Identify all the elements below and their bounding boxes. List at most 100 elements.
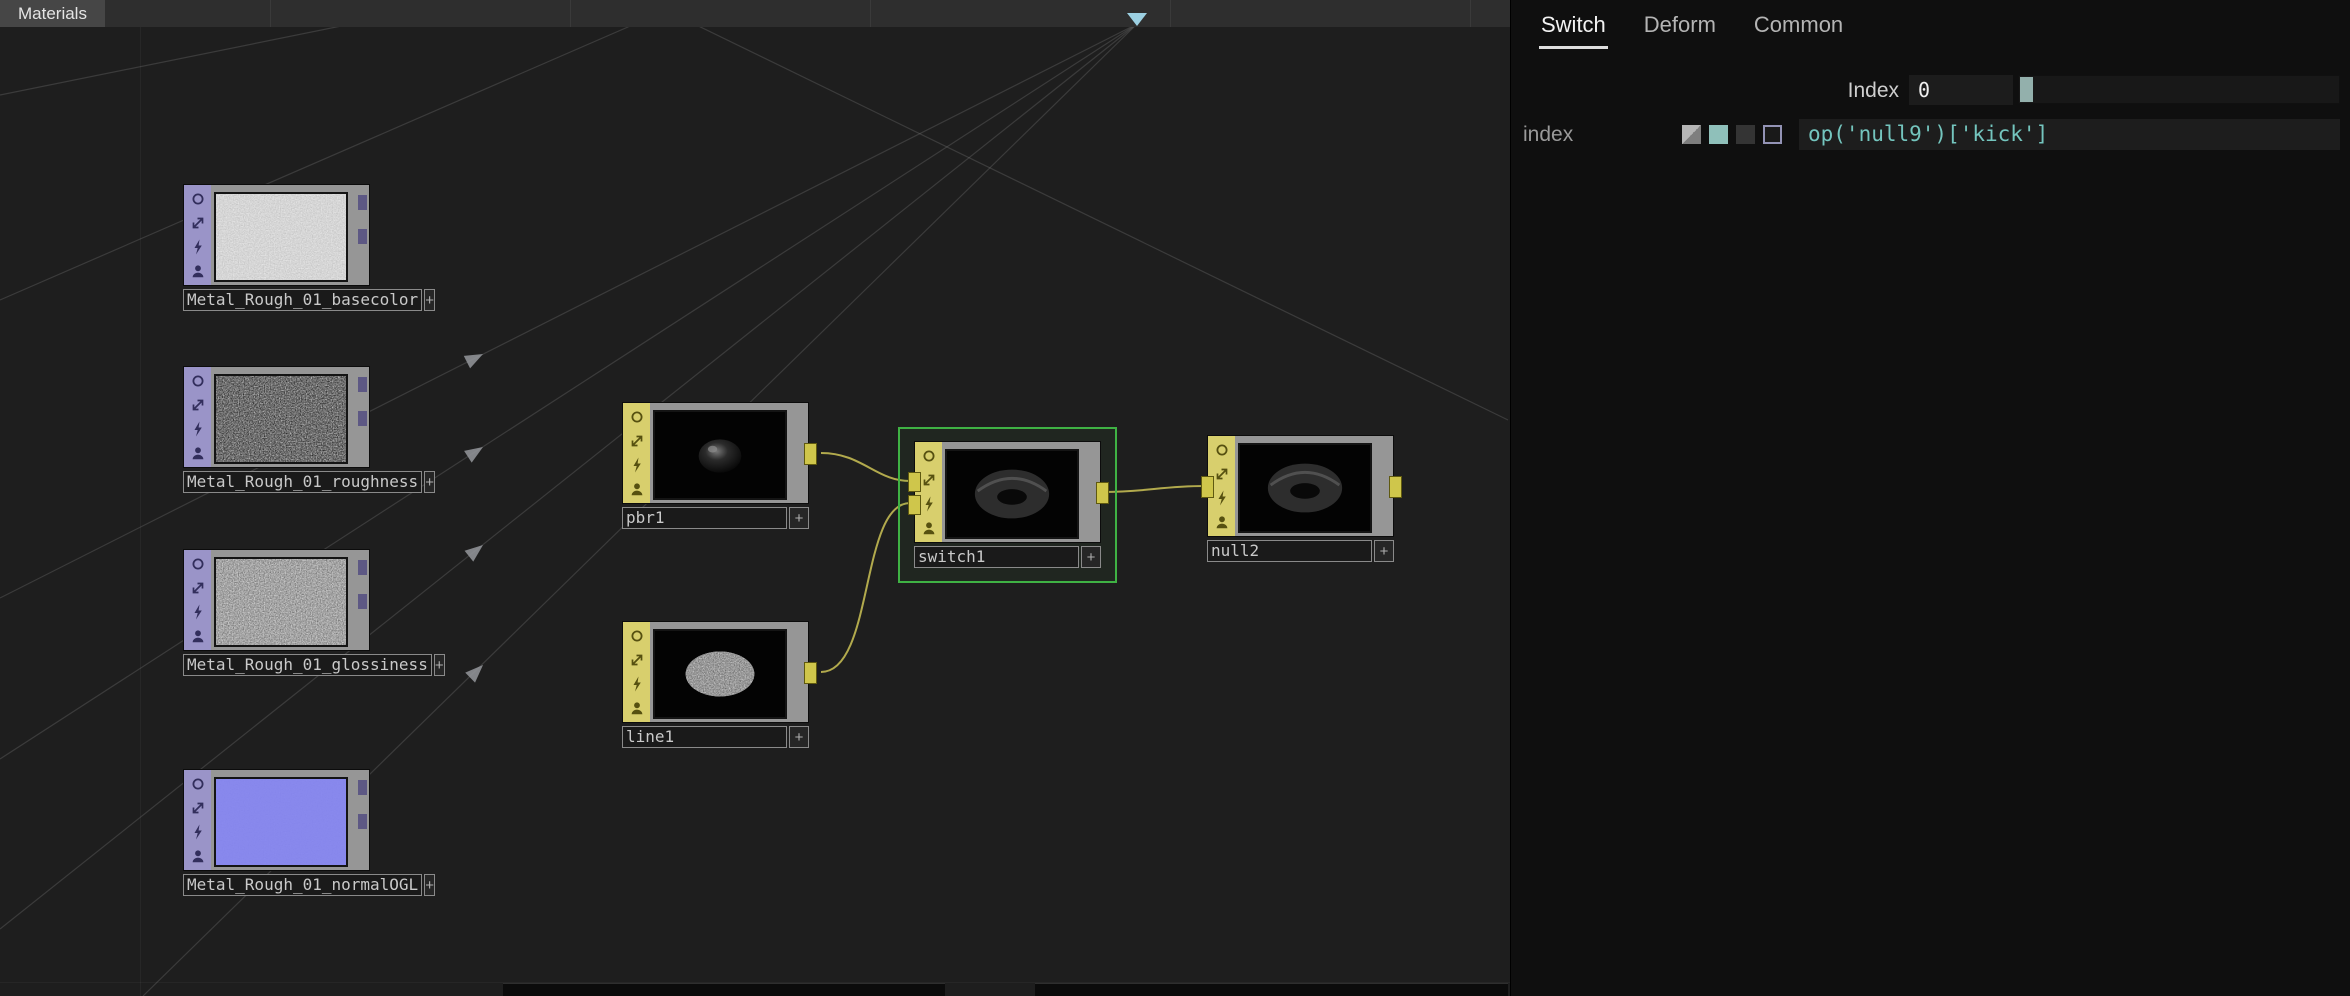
render-flag-icon[interactable] [627, 649, 647, 671]
output-connector[interactable] [358, 195, 367, 210]
cook-flag-icon[interactable] [188, 418, 208, 440]
tab-materials[interactable]: Materials [0, 0, 105, 27]
node-body[interactable] [1201, 435, 1402, 537]
node-body[interactable] [183, 184, 370, 286]
index-slider-handle[interactable] [2020, 77, 2033, 102]
wire-direction-arrow [465, 665, 483, 683]
node-expand-button[interactable]: + [424, 289, 435, 311]
output-connector[interactable] [358, 229, 367, 244]
lock-flag-icon[interactable] [188, 260, 208, 282]
lock-flag-icon[interactable] [188, 845, 208, 867]
node-name-label[interactable]: line1 [622, 726, 787, 748]
viewer-flag-icon[interactable] [627, 625, 647, 647]
input-connector[interactable] [908, 472, 921, 492]
lock-flag-icon[interactable] [1212, 511, 1232, 533]
viewer-flag-icon[interactable] [188, 773, 208, 795]
node-name-label[interactable]: switch1 [914, 546, 1079, 568]
input-connector[interactable] [1201, 476, 1214, 498]
node-thumbnail [1238, 443, 1372, 533]
render-flag-icon[interactable] [188, 394, 208, 416]
index-expression-field[interactable]: op('null9')['kick'] [1799, 119, 2340, 150]
lock-flag-icon[interactable] [919, 517, 939, 539]
cook-flag-icon[interactable] [627, 454, 647, 476]
lock-flag-icon[interactable] [188, 625, 208, 647]
node-name-label[interactable]: null2 [1207, 540, 1372, 562]
node-name-label[interactable]: Metal_Rough_01_basecolor [183, 289, 423, 311]
network-canvas[interactable]: Materials Metal_Rough_01_basecolor + Metal… [0, 0, 1510, 996]
wire[interactable] [820, 452, 911, 482]
node-expand-button[interactable]: + [424, 471, 435, 493]
param-mode-bind[interactable] [1763, 125, 1782, 144]
node-thumbnail [214, 374, 348, 464]
node-name-label[interactable]: Metal_Rough_01_glossiness [183, 654, 432, 676]
cook-flag-icon[interactable] [188, 601, 208, 623]
flag-column [184, 185, 211, 285]
node-body[interactable] [183, 366, 370, 468]
param-mode-expression[interactable] [1709, 125, 1728, 144]
node-expand-button[interactable]: + [789, 507, 809, 529]
render-flag-icon[interactable] [188, 577, 208, 599]
node-body[interactable] [908, 441, 1109, 543]
viewer-flag-icon[interactable] [627, 406, 647, 428]
tab-common[interactable]: Common [1752, 10, 1845, 49]
viewer-flag-icon[interactable] [188, 553, 208, 575]
node-body[interactable] [183, 549, 370, 651]
node-expand-button[interactable]: + [1081, 546, 1101, 568]
node-expand-button[interactable]: + [433, 654, 445, 676]
offscreen-indicator[interactable] [1127, 13, 1147, 26]
node-name-label[interactable]: Metal_Rough_01_normalOGL [183, 874, 423, 896]
viewer-flag-icon[interactable] [188, 188, 208, 210]
output-connector[interactable] [804, 662, 817, 684]
wire[interactable] [1102, 485, 1206, 493]
render-flag-icon[interactable] [919, 469, 939, 491]
index-value-field[interactable]: 0 [1909, 75, 2013, 105]
node-name-label[interactable]: pbr1 [622, 507, 787, 529]
output-connector[interactable] [1096, 482, 1109, 504]
render-flag-icon[interactable] [627, 430, 647, 452]
offscreen-node[interactable] [503, 983, 945, 996]
input-connector[interactable] [908, 495, 921, 515]
cook-flag-icon[interactable] [919, 493, 939, 515]
tab-deform[interactable]: Deform [1642, 10, 1718, 49]
flag-column [623, 622, 650, 722]
index-slider[interactable] [2018, 75, 2340, 104]
lock-flag-icon[interactable] [627, 697, 647, 719]
viewer-flag-icon[interactable] [919, 445, 939, 467]
cook-flag-icon[interactable] [188, 236, 208, 258]
tab-switch[interactable]: Switch [1539, 10, 1608, 49]
render-flag-icon[interactable] [188, 212, 208, 234]
header-separator [1470, 0, 1471, 27]
param-mode-constant[interactable] [1682, 125, 1701, 144]
node-body[interactable] [622, 621, 817, 723]
output-connector[interactable] [358, 814, 367, 829]
node-body[interactable] [183, 769, 370, 871]
network-header: Materials [0, 0, 1510, 27]
viewer-flag-icon[interactable] [188, 370, 208, 392]
lock-flag-icon[interactable] [627, 478, 647, 500]
output-connector[interactable] [358, 560, 367, 575]
node-expand-button[interactable]: + [424, 874, 435, 896]
viewer-flag-icon[interactable] [1212, 439, 1232, 461]
node-thumbnail [945, 449, 1079, 539]
output-connector[interactable] [358, 411, 367, 426]
output-connector[interactable] [358, 377, 367, 392]
node-expand-button[interactable]: + [789, 726, 809, 748]
render-flag-icon[interactable] [1212, 463, 1232, 485]
offscreen-node[interactable] [1035, 983, 1508, 996]
node-name-label[interactable]: Metal_Rough_01_roughness [183, 471, 423, 493]
node-body[interactable] [622, 402, 817, 504]
output-connector[interactable] [358, 594, 367, 609]
node-expand-button[interactable]: + [1374, 540, 1394, 562]
lock-flag-icon[interactable] [188, 442, 208, 464]
output-connector[interactable] [358, 780, 367, 795]
param-mode-export[interactable] [1736, 125, 1755, 144]
wire[interactable] [820, 502, 911, 673]
output-connector[interactable] [1389, 476, 1402, 498]
cook-flag-icon[interactable] [627, 673, 647, 695]
cook-flag-icon[interactable] [1212, 487, 1232, 509]
parameter-tabs: Switch Deform Common [1539, 10, 1845, 49]
cook-flag-icon[interactable] [188, 821, 208, 843]
render-flag-icon[interactable] [188, 797, 208, 819]
output-connector[interactable] [804, 443, 817, 465]
background-wire [0, 23, 1138, 760]
